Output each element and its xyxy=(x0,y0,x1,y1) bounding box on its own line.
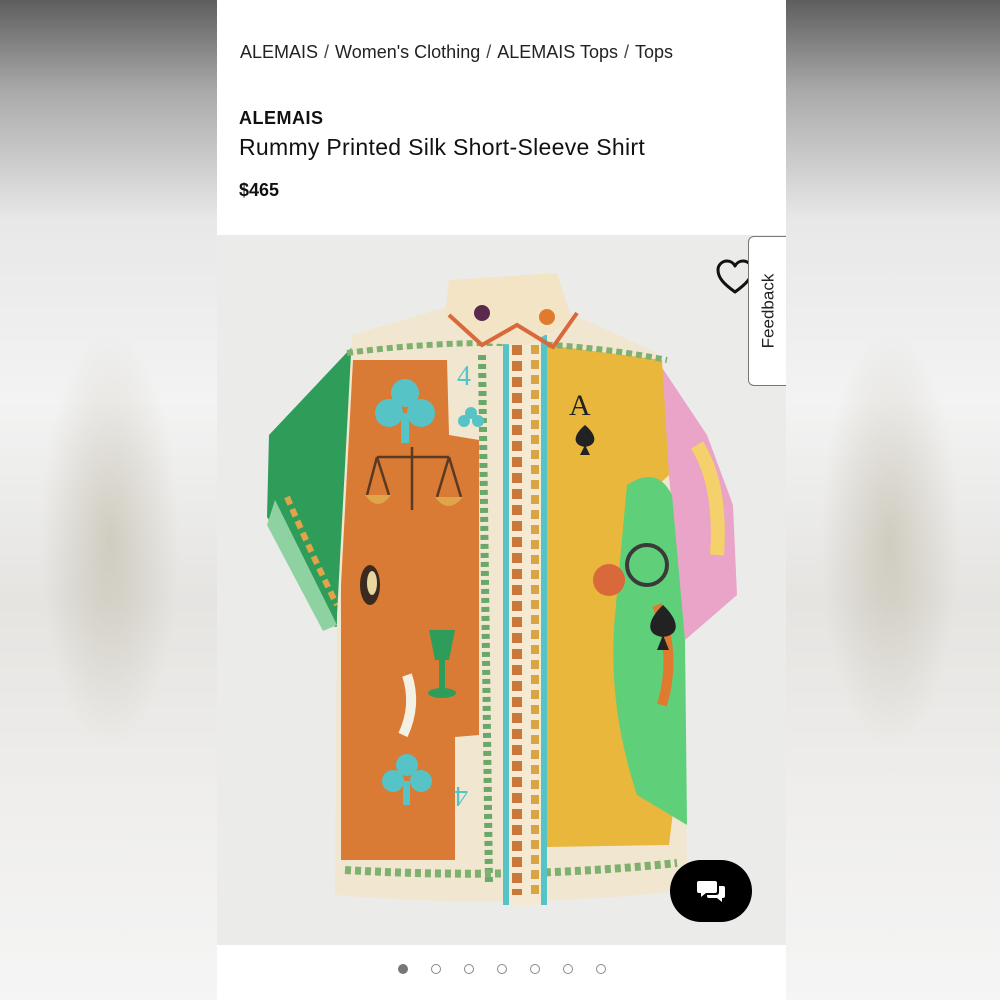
product-image: 4 4 A xyxy=(267,273,737,905)
breadcrumb-separator: / xyxy=(324,42,330,62)
four-label-inverted: 4 xyxy=(454,780,468,811)
gallery-dot-5[interactable] xyxy=(529,964,540,974)
left-blurred-backdrop xyxy=(0,0,217,1000)
product-price: $465 xyxy=(239,180,280,200)
breadcrumb-item-brand-tops[interactable]: ALEMAIS Tops xyxy=(497,42,618,62)
gallery-dot-2[interactable] xyxy=(430,964,441,974)
breadcrumb-separator: / xyxy=(486,42,492,62)
four-label: 4 xyxy=(457,361,471,392)
product-brand[interactable]: ALEMAIS xyxy=(239,108,324,129)
breadcrumb-item-tops[interactable]: Tops xyxy=(635,42,673,62)
gallery-pagination xyxy=(217,964,786,984)
product-image-gallery[interactable]: 4 4 A xyxy=(217,235,786,945)
gallery-dot-6[interactable] xyxy=(562,964,573,974)
product-page: ALEMAIS / Women's Clothing / ALEMAIS Tops / To… xyxy=(217,0,786,1000)
right-blurred-backdrop xyxy=(783,0,1000,1000)
gallery-dot-3[interactable] xyxy=(463,964,474,974)
chat-button[interactable] xyxy=(670,860,752,922)
gallery-dot-1[interactable] xyxy=(397,964,408,974)
breadcrumb-separator: / xyxy=(623,42,629,62)
gallery-dot-4[interactable] xyxy=(496,964,507,974)
feedback-tab[interactable]: Feedback xyxy=(748,236,786,386)
feedback-label: Feedback xyxy=(758,273,778,349)
breadcrumb-item-womens-clothing[interactable]: Women's Clothing xyxy=(335,42,480,62)
chat-bubbles-icon xyxy=(697,881,725,902)
breadcrumb-item-brand[interactable]: ALEMAIS xyxy=(240,42,318,62)
breadcrumb: ALEMAIS / Women's Clothing / ALEMAIS Tops / To… xyxy=(240,42,673,63)
gallery-dot-7[interactable] xyxy=(595,964,606,974)
product-title: Rummy Printed Silk Short-Sleeve Shirt xyxy=(239,134,646,160)
ace-label: A xyxy=(569,389,591,422)
